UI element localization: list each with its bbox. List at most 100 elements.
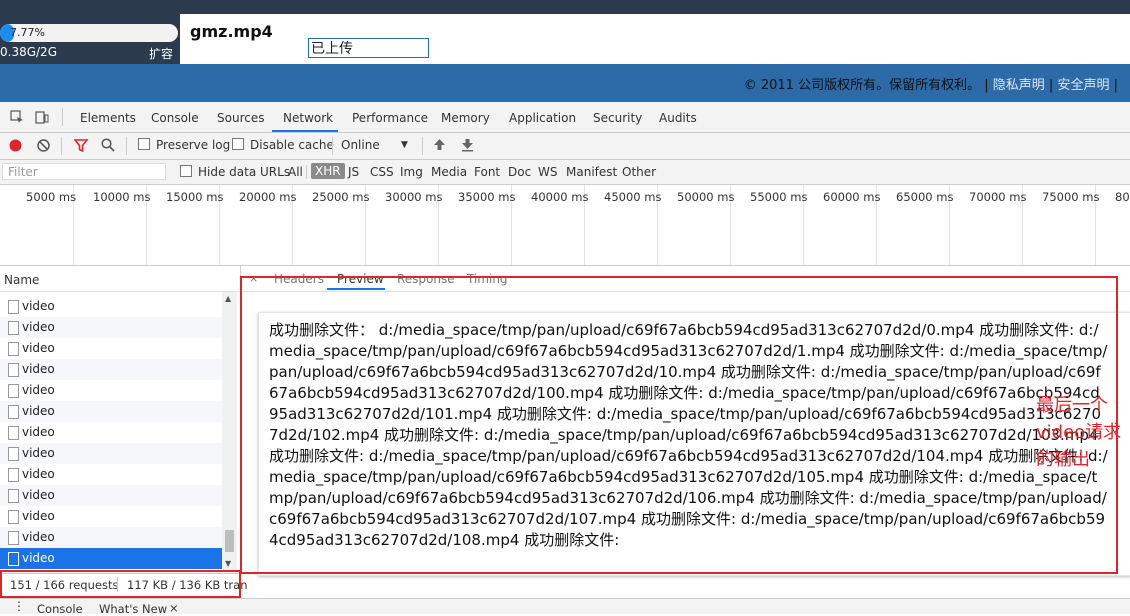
- file-icon: [8, 489, 19, 503]
- security-link[interactable]: 安全声明: [1057, 78, 1109, 93]
- filter-type-ws[interactable]: WS: [538, 165, 557, 179]
- tick-label: 80: [1115, 190, 1130, 204]
- request-row[interactable]: video: [0, 338, 222, 359]
- filter-type-manifest[interactable]: Manifest: [566, 165, 617, 179]
- tab-application[interactable]: Application: [509, 111, 576, 125]
- filter-type-xhr[interactable]: XHR: [311, 163, 345, 179]
- file-icon: [8, 384, 19, 398]
- request-row[interactable]: video: [0, 485, 222, 506]
- hide-data-urls-checkbox[interactable]: Hide data URLs: [180, 165, 290, 179]
- network-toolbar: Preserve log Disable cache Online ▼: [0, 133, 1130, 160]
- scroll-down-icon[interactable]: ▼: [225, 559, 231, 568]
- annotation-text: 最后一个video请求的输出: [1036, 395, 1122, 470]
- tab-sources[interactable]: Sources: [217, 111, 264, 125]
- request-name: video: [22, 341, 55, 355]
- page-footer: © 2011 公司版权所有。保留所有权利。 | 隐私声明 | 安全声明 |: [0, 64, 1130, 102]
- request-name: video: [22, 509, 55, 523]
- preserve-log-label: Preserve log: [156, 138, 231, 152]
- tick-label: 5000 ms: [26, 190, 77, 204]
- tick-label: 70000 ms: [969, 190, 1027, 204]
- filter-type-img[interactable]: Img: [400, 165, 423, 179]
- drawer-tab-whats-new[interactable]: What's New: [99, 602, 167, 616]
- file-icon: [8, 342, 19, 356]
- request-name: video: [22, 467, 55, 481]
- request-row[interactable]: video: [0, 401, 222, 422]
- request-name: video: [22, 299, 55, 313]
- tick-label: 15000 ms: [166, 190, 224, 204]
- timeline-overview[interactable]: 5000 ms 10000 ms 15000 ms 20000 ms 25000…: [0, 185, 1130, 266]
- request-row[interactable]: video: [0, 317, 222, 338]
- checkbox-box: [138, 138, 150, 150]
- inspect-element-icon[interactable]: [10, 110, 24, 124]
- request-name: video: [22, 446, 55, 460]
- filter-type-font[interactable]: Font: [474, 165, 500, 179]
- file-icon: [8, 552, 19, 566]
- filter-type-media[interactable]: Media: [431, 165, 467, 179]
- record-icon[interactable]: [9, 139, 22, 152]
- scroll-up-icon[interactable]: ▲: [225, 294, 231, 303]
- divider: [61, 137, 62, 155]
- scrollbar-thumb[interactable]: [225, 530, 234, 552]
- filter-type-other[interactable]: Other: [622, 165, 656, 179]
- checkbox-box: [232, 138, 244, 150]
- drawer-menu-icon[interactable]: ⋮: [13, 599, 25, 613]
- copyright-text: © 2011 公司版权所有。保留所有权利。: [743, 78, 981, 93]
- storage-progress-bar: 7.77%: [0, 24, 178, 42]
- search-icon[interactable]: [101, 138, 115, 152]
- storage-percent: 7.77%: [10, 26, 45, 39]
- clear-icon[interactable]: [37, 139, 50, 152]
- tab-memory[interactable]: Memory: [441, 111, 490, 125]
- request-name: video: [22, 362, 55, 376]
- tick-label: 65000 ms: [896, 190, 954, 204]
- request-row[interactable]: video: [0, 443, 222, 464]
- tab-console[interactable]: Console: [151, 111, 199, 125]
- page-top-strip: [0, 0, 1130, 14]
- tab-network[interactable]: Network: [283, 111, 333, 125]
- preserve-log-checkbox[interactable]: Preserve log: [138, 138, 230, 152]
- disable-cache-checkbox[interactable]: Disable cache: [232, 138, 334, 152]
- drawer-tab-console[interactable]: Console: [37, 602, 83, 616]
- filter-icon[interactable]: [74, 139, 88, 152]
- request-list-scrollbar[interactable]: ▲ ▼: [222, 292, 237, 572]
- filter-type-all[interactable]: All: [288, 165, 303, 179]
- footer-separator: |: [1113, 78, 1118, 93]
- request-row[interactable]: video: [0, 527, 222, 548]
- request-row[interactable]: video: [0, 422, 222, 443]
- dropdown-arrow-icon[interactable]: ▼: [401, 140, 408, 150]
- annotation-highlight-box: [0, 570, 241, 598]
- drawer-tab-bar: ⋮ Console What's New ×: [0, 598, 1130, 616]
- request-row[interactable]: video: [0, 296, 222, 317]
- file-icon: [8, 405, 19, 419]
- request-name: video: [22, 383, 55, 397]
- filter-input[interactable]: Filter: [2, 163, 166, 180]
- expand-button[interactable]: 扩容: [149, 45, 173, 62]
- footer-separator: |: [1048, 78, 1054, 93]
- device-toolbar-icon[interactable]: [35, 110, 49, 124]
- tick-label: 45000 ms: [604, 190, 662, 204]
- import-har-icon[interactable]: [433, 138, 446, 152]
- tab-performance[interactable]: Performance: [352, 111, 428, 125]
- file-icon: [8, 363, 19, 377]
- filter-type-css[interactable]: CSS: [370, 165, 394, 179]
- tab-audits[interactable]: Audits: [659, 111, 697, 125]
- tick-label: 25000 ms: [312, 190, 370, 204]
- privacy-link[interactable]: 隐私声明: [993, 78, 1045, 93]
- tab-elements[interactable]: Elements: [80, 111, 136, 125]
- filter-type-js[interactable]: JS: [348, 165, 359, 179]
- request-row[interactable]: video: [0, 359, 222, 380]
- request-row-selected[interactable]: video: [0, 548, 222, 569]
- export-har-icon[interactable]: [461, 138, 474, 152]
- request-row[interactable]: video: [0, 464, 222, 485]
- throttling-select[interactable]: Online: [341, 138, 380, 152]
- request-row[interactable]: video: [0, 380, 222, 401]
- tab-security[interactable]: Security: [593, 111, 642, 125]
- name-column-header[interactable]: Name: [4, 273, 39, 287]
- file-icon: [8, 321, 19, 335]
- tick-label: 10000 ms: [93, 190, 151, 204]
- request-row[interactable]: video: [0, 506, 222, 527]
- request-name: video: [22, 530, 55, 544]
- file-icon: [8, 447, 19, 461]
- annotation-highlight-box: [240, 276, 1118, 574]
- active-tab-indicator: [272, 130, 338, 132]
- filter-type-doc[interactable]: Doc: [508, 165, 531, 179]
